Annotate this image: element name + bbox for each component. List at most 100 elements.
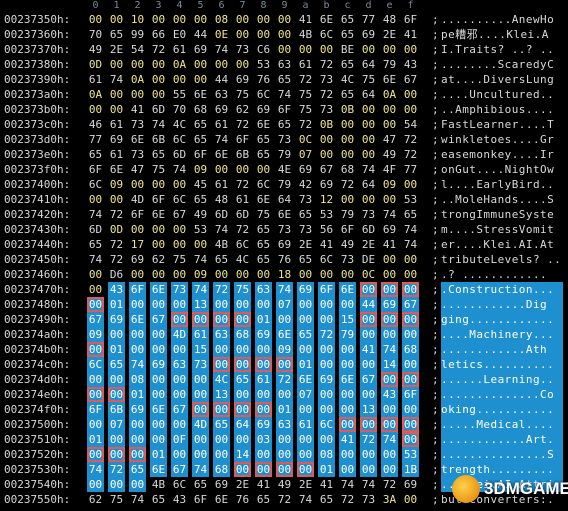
hex-byte[interactable]: 00 (339, 417, 356, 432)
hex-byte[interactable]: 65 (297, 207, 314, 222)
hex-byte[interactable]: 00 (87, 12, 104, 27)
hex-byte[interactable]: 53 (255, 57, 272, 72)
hex-byte[interactable]: 99 (129, 27, 146, 42)
hex-byte[interactable]: 00 (402, 372, 419, 387)
hex-byte[interactable]: 01 (87, 432, 104, 447)
hex-byte[interactable]: 00 (381, 372, 398, 387)
hex-byte[interactable]: 76 (234, 492, 251, 507)
hex-byte[interactable]: 72 (318, 87, 335, 102)
hex-byte[interactable]: 4B (213, 237, 230, 252)
ascii-text[interactable]: FastLearner....T (441, 117, 563, 132)
hex-byte[interactable]: 74 (87, 462, 104, 477)
hex-byte[interactable]: 00 (108, 432, 125, 447)
hex-byte[interactable]: 74 (192, 252, 209, 267)
hex-byte[interactable]: 65 (192, 477, 209, 492)
hex-byte[interactable]: 09 (192, 162, 209, 177)
hex-byte[interactable]: 00 (150, 87, 167, 102)
hex-byte[interactable]: 62 (150, 252, 167, 267)
hex-byte[interactable]: 74 (339, 477, 356, 492)
hex-byte[interactable]: 00 (297, 402, 314, 417)
hex-byte[interactable]: 48 (213, 192, 230, 207)
hex-byte[interactable]: 00 (360, 447, 377, 462)
hex-byte[interactable]: 6D (87, 222, 104, 237)
hex-byte[interactable]: 75 (255, 207, 272, 222)
hex-byte[interactable]: 00 (360, 387, 377, 402)
hex-byte[interactable]: 00 (360, 132, 377, 147)
hex-byte[interactable]: 63 (171, 357, 188, 372)
hex-byte[interactable]: 00 (402, 267, 419, 282)
hex-byte[interactable]: 00 (297, 342, 314, 357)
hex-byte[interactable]: 01 (297, 357, 314, 372)
ascii-text[interactable]: I.Traits? ..? .. (441, 42, 563, 57)
hex-byte[interactable]: 00 (234, 27, 251, 42)
hex-byte[interactable]: 00 (381, 327, 398, 342)
hex-byte[interactable]: 43 (108, 282, 125, 297)
hex-byte[interactable]: 74 (192, 462, 209, 477)
hex-byte[interactable]: 65 (87, 147, 104, 162)
hex-byte[interactable]: 2E (381, 27, 398, 42)
hex-row[interactable]: 002373e0h: 65 61 73 65 6D 6F 6E 6B 65 79 07 00 00 00 49… (0, 147, 568, 162)
ascii-text[interactable]: ...............S (441, 447, 563, 462)
hex-byte[interactable]: 65 (150, 492, 167, 507)
hex-byte[interactable]: 00 (381, 117, 398, 132)
hex-byte[interactable]: 54 (129, 42, 146, 57)
hex-byte[interactable]: 00 (360, 42, 377, 57)
hex-byte[interactable]: 6E (129, 132, 146, 147)
hex-row[interactable]: 002373c0h: 46 61 73 74 4C 65 61 72 6E 65 72 0B 00 00 00… (0, 117, 568, 132)
hex-byte[interactable]: 73 (171, 282, 188, 297)
hex-byte[interactable]: 74 (87, 252, 104, 267)
hex-byte[interactable]: 65 (276, 72, 293, 87)
hex-byte[interactable]: 01 (318, 462, 335, 477)
hex-byte[interactable]: 4D (171, 327, 188, 342)
hex-byte[interactable]: 0D (108, 222, 125, 237)
hex-byte[interactable]: 73 (360, 492, 377, 507)
hex-byte[interactable]: 00 (171, 177, 188, 192)
hex-byte[interactable]: 6E (255, 117, 272, 132)
hex-byte[interactable]: 41 (129, 102, 146, 117)
hex-byte[interactable]: 00 (402, 177, 419, 192)
hex-byte[interactable]: 00 (150, 267, 167, 282)
hex-byte[interactable]: 00 (234, 162, 251, 177)
hex-byte[interactable]: 49 (381, 147, 398, 162)
hex-byte[interactable]: 6C (171, 132, 188, 147)
hex-byte[interactable]: 75 (297, 102, 314, 117)
hex-byte[interactable]: 69 (255, 417, 272, 432)
hex-byte[interactable]: 00 (171, 297, 188, 312)
hex-byte[interactable]: 47 (129, 162, 146, 177)
hex-byte[interactable]: 61 (255, 372, 272, 387)
hex-byte[interactable]: 6D (213, 207, 230, 222)
hex-row[interactable]: 002374b0h: 00 01 00 00 00 15 00 00 00 09 00 00 00 41 74… (0, 342, 568, 357)
hex-byte[interactable]: 00 (402, 282, 419, 297)
hex-byte[interactable]: 00 (318, 312, 335, 327)
hex-byte[interactable]: 65 (192, 192, 209, 207)
hex-byte[interactable]: 00 (171, 222, 188, 237)
hex-byte[interactable]: 00 (171, 372, 188, 387)
hex-byte[interactable]: 00 (234, 57, 251, 72)
hex-byte[interactable]: 00 (255, 267, 272, 282)
hex-byte[interactable]: 64 (360, 57, 377, 72)
hex-byte[interactable]: 00 (213, 162, 230, 177)
ascii-text[interactable]: m....StressVomit (441, 222, 563, 237)
hex-byte[interactable]: 00 (276, 447, 293, 462)
ascii-text[interactable]: .? ............ (441, 267, 563, 282)
hex-byte[interactable]: 00 (318, 42, 335, 57)
ascii-text[interactable]: oking........... (441, 402, 563, 417)
hex-byte[interactable]: 54 (402, 117, 419, 132)
hex-byte[interactable]: 49 (276, 477, 293, 492)
hex-byte[interactable]: 47 (381, 132, 398, 147)
hex-byte[interactable]: 00 (150, 417, 167, 432)
hex-byte[interactable]: 69 (402, 477, 419, 492)
hex-byte[interactable]: 65 (276, 117, 293, 132)
hex-byte[interactable]: 63 (213, 87, 230, 102)
hex-byte[interactable]: 69 (276, 237, 293, 252)
hex-byte[interactable]: 73 (129, 117, 146, 132)
hex-byte[interactable]: 00 (192, 312, 209, 327)
hex-byte[interactable]: 1B (402, 462, 419, 477)
hex-byte[interactable]: 76 (255, 72, 272, 87)
hex-byte[interactable]: 67 (171, 462, 188, 477)
hex-byte[interactable]: 00 (276, 312, 293, 327)
hex-byte[interactable]: 00 (192, 57, 209, 72)
hex-byte[interactable]: 70 (171, 102, 188, 117)
hex-byte[interactable]: 00 (255, 27, 272, 42)
hex-byte[interactable]: 69 (192, 42, 209, 57)
